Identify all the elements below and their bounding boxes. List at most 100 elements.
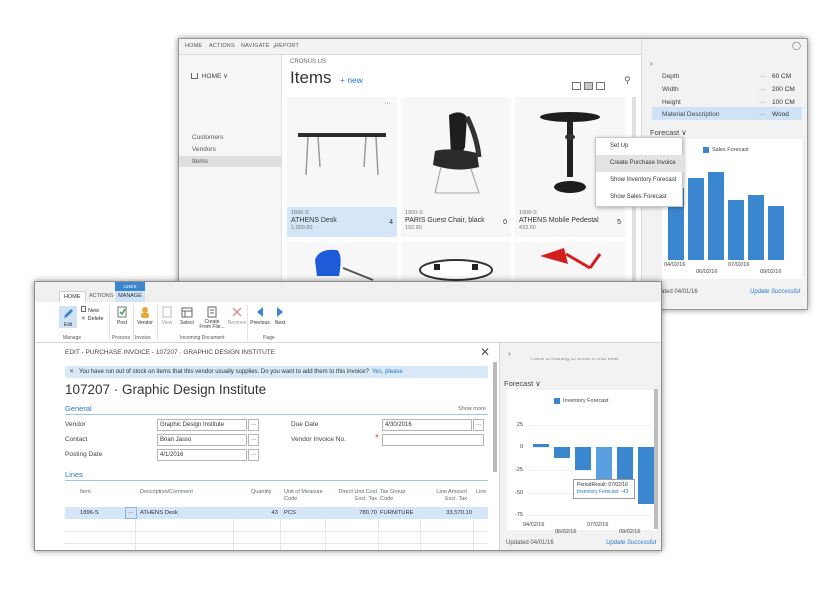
edit-button[interactable]: Edit — [59, 306, 77, 328]
tile-view-icon[interactable] — [584, 82, 593, 90]
items-window: HOME ACTIONS NAVIGATE REPORT ‹ HOME ∨ Cu… — [178, 38, 808, 310]
cell-unit-cost[interactable]: 780.70 — [347, 510, 377, 516]
factbox-expand-chevron-icon[interactable]: › — [508, 349, 511, 358]
cell-lookup-button[interactable]: ··· — [125, 507, 137, 519]
home-icon[interactable] — [191, 73, 198, 80]
vendor-lookup-button[interactable]: ... — [248, 419, 259, 431]
menu-report[interactable]: REPORT — [275, 43, 299, 49]
factbox-expand-chevron-icon[interactable]: › — [650, 59, 653, 68]
item-card-round-table[interactable] — [401, 242, 511, 282]
new-item-link[interactable]: + new — [340, 75, 363, 85]
col-direct-unit-cost[interactable]: Direct Unit Cost Excl. Tax — [327, 489, 377, 503]
col-line-amount[interactable]: Line Amount Excl. Tax — [425, 489, 467, 503]
notification-bar: ✕ You have run out of stock on items tha… — [65, 366, 488, 378]
delete-button[interactable]: ✕ Delete — [81, 316, 104, 322]
col-unit-of-measure[interactable]: Unit of Measure Code — [284, 489, 324, 503]
show-more-link[interactable]: Show more — [458, 406, 486, 412]
cell-description[interactable]: ATHENS Desk — [140, 510, 178, 516]
inventory-forecast-bar[interactable] — [575, 447, 591, 470]
item-code: 1906-S — [519, 210, 537, 216]
select-icon — [181, 307, 193, 318]
brick-view-icon[interactable] — [596, 82, 605, 90]
nav-item-customers[interactable]: Customers — [179, 132, 282, 143]
vendor-button[interactable]: Vendor — [135, 306, 155, 326]
tab-home[interactable]: HOME — [59, 291, 86, 302]
prop-width-value: 200 CM — [772, 86, 795, 93]
due-date-field[interactable]: 4/30/2016 — [382, 419, 472, 431]
sales-forecast-bar[interactable] — [768, 206, 784, 260]
sales-forecast-bar[interactable] — [688, 178, 704, 260]
post-button[interactable]: Post — [113, 306, 131, 326]
view-button[interactable]: View — [159, 306, 175, 326]
cell-line-amount[interactable]: 33,570.10 — [430, 510, 472, 516]
menu-navigate[interactable]: NAVIGATE — [241, 43, 270, 49]
cell-item[interactable]: 1896-S — [80, 510, 99, 516]
invoice-scrollbar[interactable] — [493, 362, 497, 472]
home-nav-label[interactable]: HOME ∨ — [202, 73, 228, 80]
remove-button[interactable]: Remove — [227, 306, 247, 326]
col-description[interactable]: Description/Comment — [140, 489, 193, 496]
col-line[interactable]: Line — [476, 489, 486, 496]
create-from-file-button[interactable]: Create From File... — [198, 306, 226, 330]
general-section-title[interactable]: General — [65, 404, 92, 413]
new-button[interactable]: New — [81, 306, 99, 314]
list-view-icon[interactable] — [572, 82, 581, 90]
factbox-scrollbar[interactable] — [654, 389, 658, 529]
chair-image — [401, 97, 511, 207]
inventory-forecast-bar[interactable] — [533, 443, 549, 448]
vendor-field[interactable]: Graphic Design Institute — [157, 419, 247, 431]
search-icon[interactable]: ⚲ — [624, 75, 631, 86]
sales-forecast-bar[interactable] — [728, 200, 744, 260]
menu-set-up[interactable]: Set Up — [596, 138, 684, 155]
item-card-red-lamp[interactable] — [515, 242, 625, 282]
menu-show-inventory-forecast[interactable]: Show Inventory Forecast — [596, 172, 684, 189]
breadcrumb[interactable]: CRONUS US — [290, 59, 326, 65]
col-item[interactable]: Item — [80, 489, 91, 496]
forecast-dropdown[interactable]: Forecast ∨ — [504, 379, 541, 388]
group-manage: Manage — [63, 335, 82, 341]
menu-create-purchase-invoice[interactable]: Create Purchase Invoice — [596, 155, 684, 172]
contact-field[interactable]: Brian Jasso — [157, 434, 247, 446]
col-quantity[interactable]: Quantity — [251, 489, 271, 496]
item-card-blue-chair[interactable] — [287, 242, 397, 282]
tab-manage[interactable]: MANAGE — [115, 291, 145, 302]
cell-uom[interactable]: PCS — [284, 510, 296, 516]
menu-home[interactable]: HOME — [185, 43, 202, 49]
sales-forecast-bar[interactable] — [748, 195, 764, 260]
inventory-forecast-bar[interactable] — [638, 447, 654, 504]
forecast-dropdown[interactable]: Forecast ∨ — [650, 128, 687, 137]
nav-item-vendors[interactable]: Vendors — [179, 144, 282, 155]
cell-tax-group[interactable]: FURNITURE — [380, 510, 414, 516]
select-button[interactable]: Select — [178, 306, 196, 326]
prop-dots[interactable]: ··· — [759, 99, 766, 106]
dismiss-icon[interactable]: ✕ — [69, 366, 74, 378]
cell-quantity[interactable]: 43 — [264, 510, 278, 516]
vendor-invoice-no-field[interactable] — [382, 434, 484, 446]
col-tax-group[interactable]: Tax Group Code — [380, 489, 412, 503]
nav-item-items[interactable]: Items — [179, 156, 282, 167]
next-button[interactable]: Next — [272, 306, 288, 326]
lines-section-title[interactable]: Lines — [65, 470, 83, 479]
yes-please-link[interactable]: Yes, please — [372, 369, 403, 375]
inventory-forecast-bar[interactable] — [554, 447, 570, 459]
contact-lookup-button[interactable]: ... — [248, 434, 259, 446]
sales-forecast-bar[interactable] — [708, 172, 724, 260]
prop-dots[interactable]: ··· — [759, 73, 766, 80]
due-date-picker-button[interactable]: ... — [473, 419, 484, 431]
prop-dots[interactable]: ··· — [759, 86, 766, 93]
posting-date-field[interactable]: 4/1/2016 — [157, 449, 247, 461]
item-price: 1,000.80 — [291, 225, 313, 231]
prop-dots[interactable]: ··· — [759, 111, 766, 118]
help-icon[interactable]: ◯ — [792, 41, 801, 50]
menu-show-sales-forecast[interactable]: Show Sales Forecast — [596, 189, 684, 206]
close-icon[interactable]: ✕ — [480, 345, 490, 359]
posting-date-picker-button[interactable]: ... — [248, 449, 259, 461]
collapse-chevron-icon[interactable]: ‹ — [273, 42, 276, 51]
item-card-athens-desk[interactable]: ··· 1896-S ATHENS Desk 1,000.80 4 — [287, 97, 397, 237]
tab-actions[interactable]: ACTIONS — [85, 291, 117, 302]
context-menu: Set Up Create Purchase Invoice Show Inve… — [595, 137, 684, 207]
item-card-paris-chair[interactable]: 1900-S PARIS Guest Chair, black 192.80 0 — [401, 97, 511, 237]
view-label: View — [161, 320, 173, 326]
previous-button[interactable]: Previous — [249, 306, 271, 326]
menu-actions[interactable]: ACTIONS — [209, 43, 235, 49]
